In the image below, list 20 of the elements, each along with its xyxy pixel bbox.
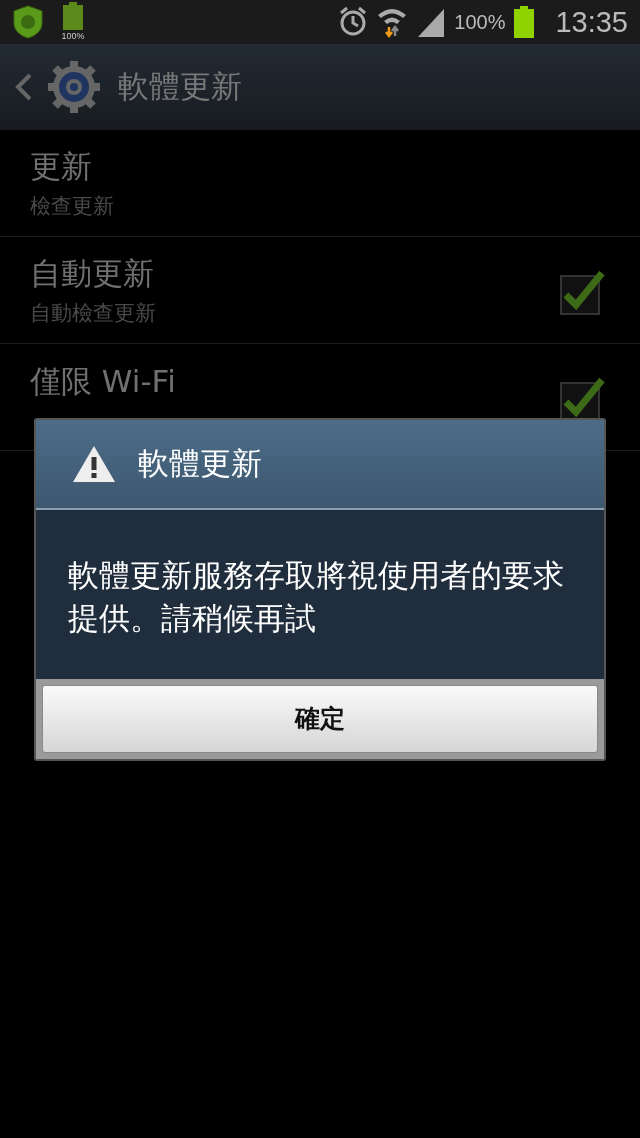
- signal-icon: [416, 7, 447, 37]
- battery-percent: 100%: [454, 10, 506, 34]
- setting-summary: 自動檢查更新: [30, 300, 157, 327]
- clock: 13:35: [555, 5, 628, 39]
- shield-icon: [12, 5, 44, 39]
- battery-icon: [62, 2, 84, 30]
- battery-label: 100%: [61, 31, 85, 41]
- dialog-title: 軟體更新: [138, 444, 262, 483]
- setting-title: 自動更新: [30, 254, 155, 293]
- warning-icon: [72, 445, 116, 483]
- screen-title: 軟體更新: [118, 67, 242, 106]
- ok-button[interactable]: 確定: [42, 684, 598, 753]
- setting-title: 更新: [30, 147, 93, 186]
- dialog-message: 軟體更新服務存取將視使用者的要求提供。請稍候再試: [67, 556, 565, 639]
- setting-summary: 檢查更新: [30, 193, 115, 220]
- gear-icon: [46, 59, 102, 115]
- battery-icon: [513, 6, 536, 38]
- setting-title: 僅限 Wi-Fi: [30, 362, 177, 401]
- back-icon[interactable]: [14, 72, 34, 102]
- alarm-icon: [338, 6, 369, 38]
